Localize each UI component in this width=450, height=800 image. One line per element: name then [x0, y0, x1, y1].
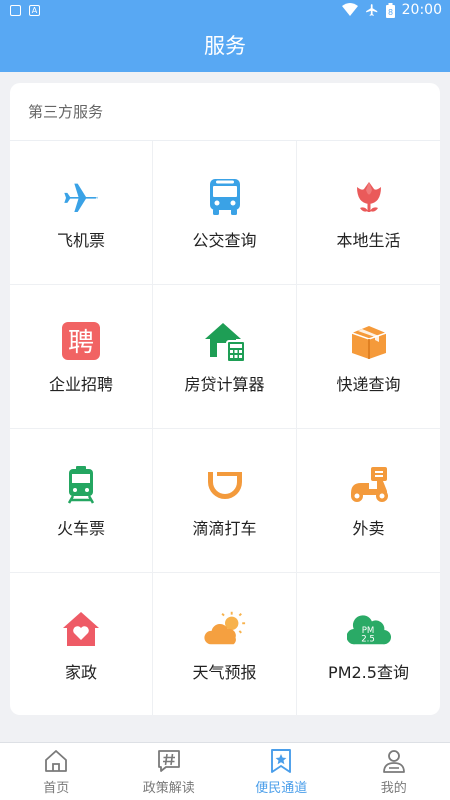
tab-label: 便民通道	[255, 780, 308, 796]
tab-label: 政策解读	[142, 780, 195, 796]
service-train[interactable]: 火车票	[10, 429, 153, 573]
service-express[interactable]: 快递查询	[297, 285, 440, 429]
service-label: 房贷计算器	[184, 374, 265, 394]
service-label: 企业招聘	[48, 374, 113, 394]
service-label: 快递查询	[336, 374, 401, 394]
bus-icon	[203, 175, 247, 219]
bookmark-star-icon	[271, 748, 292, 773]
home-icon	[45, 749, 68, 772]
service-label: 天气预报	[192, 663, 257, 682]
svg-text:2.5: 2.5	[361, 634, 375, 644]
airplane-mode-icon	[365, 4, 377, 16]
service-bus[interactable]: 公交查询	[153, 141, 297, 285]
svg-text:8: 8	[388, 8, 393, 17]
home-heart-icon	[59, 607, 103, 651]
user-icon	[382, 749, 405, 773]
a-badge-icon: A	[29, 5, 40, 16]
service-local-life[interactable]: 本地生活	[297, 141, 440, 285]
services-grid: 飞机票 公交查询 本地生活 聘 企业招聘 房贷计算器 快递查询 火车票 滴滴打车…	[10, 141, 440, 715]
tab-services[interactable]: 便民通道	[225, 743, 338, 800]
page-title: 服务	[0, 24, 450, 72]
bottom-tab-bar: 首页 政策解读 便民通道 我的	[0, 742, 450, 800]
service-mortgage-calculator[interactable]: 房贷计算器	[153, 285, 297, 429]
battery-icon: 8	[385, 2, 395, 18]
tab-label: 我的	[380, 780, 407, 796]
service-label: 公交查询	[192, 230, 257, 250]
package-icon	[347, 319, 391, 363]
service-flight[interactable]: 飞机票	[10, 141, 153, 285]
service-housekeeping[interactable]: 家政	[10, 573, 153, 715]
train-icon	[59, 463, 103, 507]
service-didi[interactable]: 滴滴打车	[153, 429, 297, 573]
service-label: 火车票	[56, 518, 105, 538]
tab-home[interactable]: 首页	[0, 743, 113, 800]
service-pm25[interactable]: PM 2.5 PM2.5查询	[297, 573, 440, 715]
airplane-icon	[59, 175, 103, 219]
hashtag-icon	[157, 749, 180, 772]
tab-label: 首页	[43, 780, 70, 796]
tulip-icon	[347, 175, 391, 219]
notification-icon	[10, 5, 21, 16]
tab-mine[interactable]: 我的	[338, 743, 450, 800]
service-label: PM2.5查询	[328, 663, 409, 682]
tab-policy[interactable]: 政策解读	[113, 743, 226, 800]
scooter-icon	[347, 463, 391, 507]
status-bar: A 8 20:00	[0, 0, 450, 24]
service-label: 家政	[64, 663, 97, 682]
service-label: 外卖	[352, 518, 385, 538]
service-recruitment[interactable]: 聘 企业招聘	[10, 285, 153, 429]
svg-text:聘: 聘	[68, 328, 94, 358]
house-calculator-icon	[203, 319, 247, 363]
service-label: 飞机票	[56, 230, 105, 250]
status-time: 20:00	[401, 2, 442, 18]
section-title: 第三方服务	[10, 83, 440, 141]
didi-icon	[203, 463, 247, 507]
recruit-icon: 聘	[59, 319, 103, 363]
pm25-cloud-icon: PM 2.5	[346, 607, 391, 651]
service-takeout[interactable]: 外卖	[297, 429, 440, 573]
services-card: 第三方服务 飞机票 公交查询 本地生活 聘 企业招聘 房贷计算器 快递查询 火车…	[10, 83, 440, 715]
service-weather[interactable]: 天气预报	[153, 573, 297, 715]
wifi-icon	[341, 3, 358, 16]
service-label: 滴滴打车	[192, 518, 257, 538]
service-label: 本地生活	[336, 230, 401, 250]
sun-cloud-icon	[203, 607, 247, 651]
